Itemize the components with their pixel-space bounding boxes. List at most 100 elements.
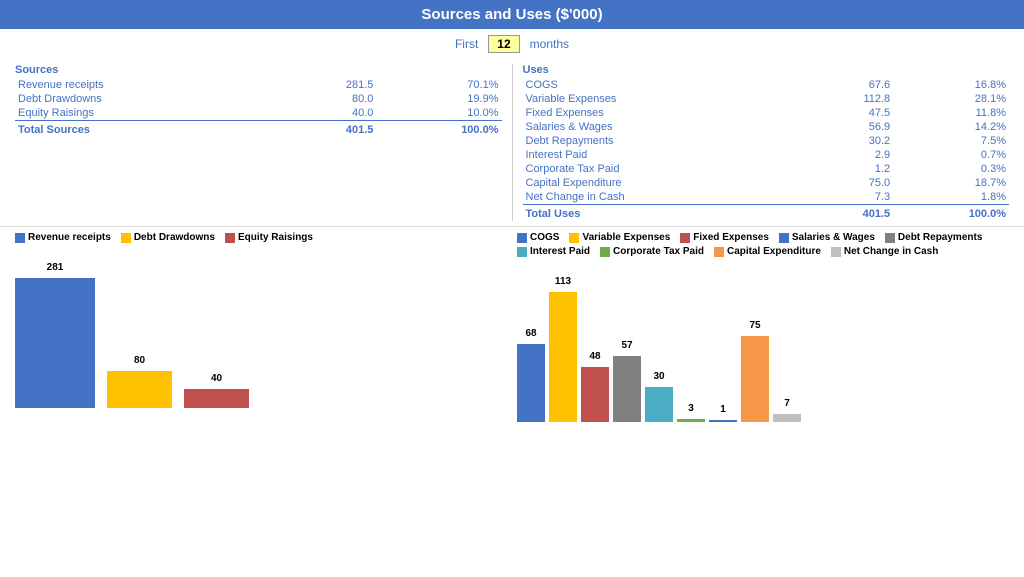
legend-label: Debt Drawdowns — [134, 232, 215, 243]
bar-group: 281 — [15, 278, 95, 408]
bar — [709, 420, 737, 422]
uses-row-label: Interest Paid — [523, 148, 804, 162]
uses-row: Fixed Expenses 47.5 11.8% — [523, 106, 1010, 120]
bar — [677, 419, 705, 422]
uses-row-pct: 7.5% — [893, 134, 1009, 148]
left-chart-legend: Revenue receipts Debt Drawdowns Equity Rai… — [15, 232, 507, 243]
uses-row: Variable Expenses 112.8 28.1% — [523, 92, 1010, 106]
bar — [15, 278, 95, 408]
months-label: months — [530, 37, 569, 51]
uses-row-pct: 16.8% — [893, 78, 1009, 92]
uses-row-label: COGS — [523, 78, 804, 92]
sources-total-value: 401.5 — [280, 121, 377, 138]
months-row: First 12 months — [0, 29, 1024, 59]
bar-group: 48 — [581, 367, 609, 422]
legend-item: Interest Paid — [517, 246, 590, 257]
uses-row-value: 1.2 — [803, 162, 893, 176]
bar-label: 40 — [211, 373, 222, 384]
legend-label: Capital Expenditure — [727, 246, 821, 257]
right-chart-legend: COGS Variable Expenses Fixed Expenses Salar… — [517, 232, 1009, 257]
legend-color — [600, 247, 610, 257]
uses-row-pct: 0.3% — [893, 162, 1009, 176]
bar-group: 113 — [549, 292, 577, 422]
sources-table: Revenue receipts 281.5 70.1% Debt Drawdo… — [15, 78, 502, 137]
uses-row: COGS 67.6 16.8% — [523, 78, 1010, 92]
legend-item: Capital Expenditure — [714, 246, 821, 257]
legend-label: Fixed Expenses — [693, 232, 769, 243]
sources-row-label: Equity Raisings — [15, 106, 280, 121]
uses-row-pct: 28.1% — [893, 92, 1009, 106]
uses-title: Uses — [523, 64, 1010, 76]
bar-group: 80 — [107, 371, 172, 408]
bar-group: 3 — [677, 419, 705, 422]
uses-row: Net Change in Cash 7.3 1.8% — [523, 190, 1010, 205]
sources-row: Revenue receipts 281.5 70.1% — [15, 78, 502, 92]
uses-row-value: 112.8 — [803, 92, 893, 106]
legend-label: Variable Expenses — [582, 232, 670, 243]
uses-row-value: 67.6 — [803, 78, 893, 92]
legend-color — [121, 233, 131, 243]
uses-row: Debt Repayments 30.2 7.5% — [523, 134, 1010, 148]
legend-color — [714, 247, 724, 257]
uses-row-value: 75.0 — [803, 176, 893, 190]
legend-item: Fixed Expenses — [680, 232, 769, 243]
bar-label: 80 — [134, 355, 145, 366]
uses-row-value: 7.3 — [803, 190, 893, 205]
uses-row-label: Variable Expenses — [523, 92, 804, 106]
uses-row: Corporate Tax Paid 1.2 0.3% — [523, 162, 1010, 176]
uses-row-value: 47.5 — [803, 106, 893, 120]
bar — [549, 292, 577, 422]
legend-label: Net Change in Cash — [844, 246, 938, 257]
uses-row-value: 2.9 — [803, 148, 893, 162]
uses-total-pct: 100.0% — [893, 205, 1009, 222]
sources-row-value: 281.5 — [280, 78, 377, 92]
legend-label: Revenue receipts — [28, 232, 111, 243]
legend-label: Salaries & Wages — [792, 232, 875, 243]
legend-color — [225, 233, 235, 243]
bar — [184, 389, 249, 408]
uses-row-label: Corporate Tax Paid — [523, 162, 804, 176]
bar-group: 1 — [709, 420, 737, 422]
legend-label: COGS — [530, 232, 559, 243]
legend-item: Corporate Tax Paid — [600, 246, 704, 257]
first-label: First — [455, 37, 478, 51]
uses-row-pct: 18.7% — [893, 176, 1009, 190]
legend-color — [885, 233, 895, 243]
uses-total-label: Total Uses — [523, 205, 804, 222]
bar — [645, 387, 673, 422]
sources-total-label: Total Sources — [15, 121, 280, 138]
left-chart: Revenue receipts Debt Drawdowns Equity Rai… — [10, 232, 512, 422]
legend-color — [517, 233, 527, 243]
uses-row-label: Salaries & Wages — [523, 120, 804, 134]
sources-panel: Sources Revenue receipts 281.5 70.1% Deb… — [10, 64, 507, 221]
legend-color — [779, 233, 789, 243]
uses-row-label: Fixed Expenses — [523, 106, 804, 120]
uses-table: COGS 67.6 16.8% Variable Expenses 112.8 … — [523, 78, 1010, 221]
tables-section: Sources Revenue receipts 281.5 70.1% Deb… — [0, 59, 1024, 221]
bar-group: 57 — [613, 356, 641, 422]
uses-row-label: Capital Expenditure — [523, 176, 804, 190]
sources-row: Equity Raisings 40.0 10.0% — [15, 106, 502, 121]
legend-color — [831, 247, 841, 257]
charts-section: Revenue receipts Debt Drawdowns Equity Rai… — [0, 226, 1024, 422]
uses-row: Capital Expenditure 75.0 18.7% — [523, 176, 1010, 190]
bar-label: 3 — [688, 403, 694, 414]
bar-group: 40 — [184, 389, 249, 408]
bar-label: 281 — [47, 262, 64, 273]
months-input[interactable]: 12 — [488, 35, 519, 53]
uses-row-label: Debt Repayments — [523, 134, 804, 148]
bar-label: 30 — [653, 371, 664, 382]
legend-color — [569, 233, 579, 243]
legend-color — [517, 247, 527, 257]
legend-item: Equity Raisings — [225, 232, 313, 243]
uses-row-label: Net Change in Cash — [523, 190, 804, 205]
bar — [773, 414, 801, 422]
page-title: Sources and Uses ($'000) — [0, 0, 1024, 29]
left-bar-chart: 281 80 40 — [15, 248, 507, 408]
sources-row-value: 80.0 — [280, 92, 377, 106]
bar-label: 68 — [525, 328, 536, 339]
uses-total-value: 401.5 — [803, 205, 893, 222]
uses-panel: Uses COGS 67.6 16.8% Variable Expenses 1… — [518, 64, 1015, 221]
legend-label: Debt Repayments — [898, 232, 982, 243]
bar-group: 75 — [741, 336, 769, 422]
